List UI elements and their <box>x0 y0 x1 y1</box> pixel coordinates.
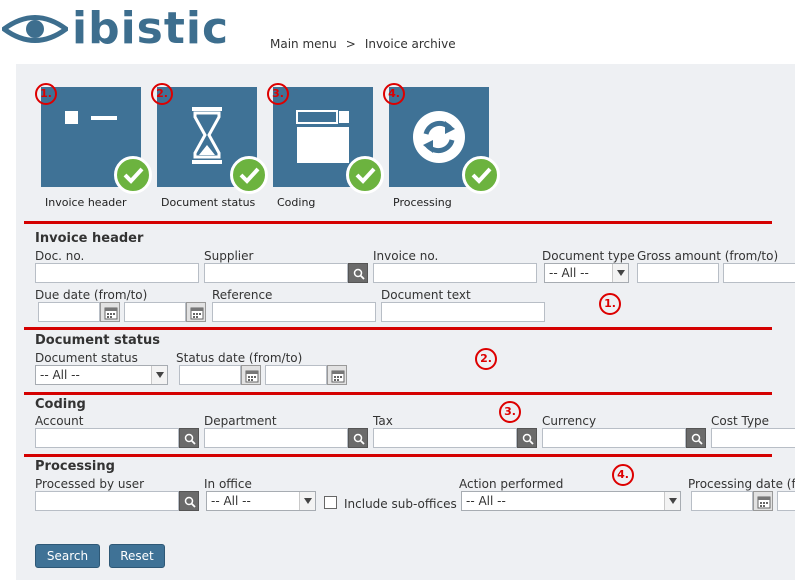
status-date-from-input[interactable] <box>179 365 241 385</box>
tile-label-document-status: Document status <box>161 196 256 209</box>
label-document-type: Document type <box>542 249 635 263</box>
due-date-to-input[interactable] <box>124 302 186 322</box>
label-department: Department <box>204 414 277 428</box>
label-invoice-no: Invoice no. <box>373 249 439 263</box>
label-include-sub-offices: Include sub-offices <box>344 497 457 511</box>
account-input[interactable] <box>35 428 179 448</box>
search-icon[interactable] <box>179 428 199 448</box>
include-sub-offices-checkbox[interactable] <box>324 496 337 509</box>
action-performed-select[interactable]: -- All -- <box>461 491 681 511</box>
cost-type-input[interactable] <box>711 428 795 448</box>
reset-button[interactable]: Reset <box>109 544 165 568</box>
processed-by-user-input[interactable] <box>35 491 179 511</box>
supplier-input[interactable] <box>204 263 348 283</box>
processing-date-to-input[interactable] <box>777 491 795 511</box>
currency-input[interactable] <box>542 428 686 448</box>
reference-input[interactable] <box>212 302 376 322</box>
processing-date-from-input[interactable] <box>691 491 753 511</box>
search-icon[interactable] <box>348 428 368 448</box>
label-account: Account <box>35 414 84 428</box>
calendar-icon[interactable] <box>327 365 347 385</box>
due-date-from-input[interactable] <box>38 302 100 322</box>
section-title-invoice-header: Invoice header <box>35 231 144 246</box>
label-due-date: Due date (from/to) <box>35 288 148 302</box>
section-divider <box>24 392 772 395</box>
tile-label-invoice-header: Invoice header <box>45 196 127 209</box>
document-type-value: -- All -- <box>549 266 589 280</box>
label-tax: Tax <box>373 414 393 428</box>
section-divider <box>24 454 772 457</box>
gross-amount-to-input[interactable] <box>723 263 795 283</box>
label-in-office: In office <box>204 477 252 491</box>
label-processing-date: Processing date (from <box>688 477 795 491</box>
check-icon <box>462 156 500 194</box>
check-icon <box>114 156 152 194</box>
ibistic-logo[interactable]: ibistic <box>2 6 229 52</box>
label-document-text: Document text <box>381 288 471 302</box>
label-cost-type: Cost Type <box>711 414 770 428</box>
calendar-icon[interactable] <box>753 491 773 511</box>
step-badge-1: 1. <box>35 83 57 105</box>
breadcrumb-separator: > <box>345 37 356 51</box>
step-badge-2: 2. <box>475 348 497 370</box>
invoice-no-input[interactable] <box>373 263 537 283</box>
check-icon <box>346 156 384 194</box>
label-doc-no: Doc. no. <box>35 249 85 263</box>
calendar-icon[interactable] <box>241 365 261 385</box>
section-title-document-status: Document status <box>35 333 160 348</box>
label-reference: Reference <box>212 288 273 302</box>
logo-wordmark: ibistic <box>72 3 230 54</box>
label-supplier: Supplier <box>204 249 254 263</box>
action-performed-value: -- All -- <box>466 494 506 508</box>
in-office-value: -- All -- <box>211 494 251 508</box>
in-office-select[interactable]: -- All -- <box>206 491 316 511</box>
chevron-down-icon <box>151 366 167 384</box>
step-badge-4: 4. <box>612 464 634 486</box>
chevron-down-icon <box>299 492 315 510</box>
label-action-performed: Action performed <box>459 477 564 491</box>
tile-label-coding: Coding <box>277 196 316 209</box>
document-text-input[interactable] <box>381 302 545 322</box>
document-type-select[interactable]: -- All -- <box>544 263 629 283</box>
section-title-coding: Coding <box>35 397 86 412</box>
label-status-date: Status date (from/to) <box>176 351 303 365</box>
department-input[interactable] <box>204 428 348 448</box>
doc-no-input[interactable] <box>35 263 199 283</box>
search-icon[interactable] <box>517 428 537 448</box>
gross-amount-from-input[interactable] <box>637 263 719 283</box>
search-icon[interactable] <box>179 491 199 511</box>
section-divider <box>24 221 772 224</box>
calendar-icon[interactable] <box>100 302 120 322</box>
section-title-processing: Processing <box>35 459 115 474</box>
step-badge-3: 3. <box>267 83 289 105</box>
breadcrumb-invoice-archive: Invoice archive <box>364 37 456 51</box>
search-icon[interactable] <box>348 263 368 283</box>
eye-logo-icon <box>2 15 68 43</box>
label-document-status: Document status <box>35 351 138 365</box>
breadcrumb: Main menu > Invoice archive <box>270 37 456 51</box>
label-currency: Currency <box>542 414 597 428</box>
label-processed-by-user: Processed by user <box>35 477 145 491</box>
chevron-down-icon <box>612 264 628 282</box>
tax-input[interactable] <box>373 428 517 448</box>
label-gross-amount: Gross amount (from/to) <box>637 249 779 263</box>
step-badge-4: 4. <box>383 83 405 105</box>
section-divider <box>24 327 772 330</box>
document-status-select[interactable]: -- All -- <box>35 365 168 385</box>
step-badge-2: 2. <box>151 83 173 105</box>
step-badge-3: 3. <box>499 401 521 423</box>
chevron-down-icon <box>664 492 680 510</box>
search-button[interactable]: Search <box>35 544 100 568</box>
check-icon <box>230 156 268 194</box>
tile-label-processing: Processing <box>393 196 452 209</box>
document-status-value: -- All -- <box>40 368 80 382</box>
search-icon[interactable] <box>686 428 706 448</box>
calendar-icon[interactable] <box>186 302 206 322</box>
status-date-to-input[interactable] <box>265 365 327 385</box>
breadcrumb-main-menu[interactable]: Main menu <box>270 37 337 51</box>
step-badge-1: 1. <box>599 293 621 315</box>
